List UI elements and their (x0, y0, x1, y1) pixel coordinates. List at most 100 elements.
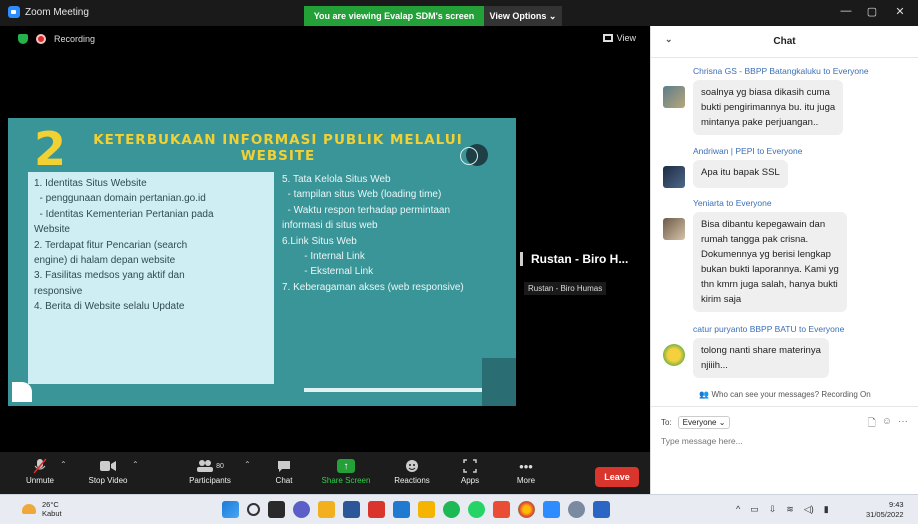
recipient-select[interactable]: Everyone ⌄ (677, 416, 731, 429)
more-dots-icon: ••• (519, 458, 533, 474)
chat-bubble-icon (277, 456, 291, 476)
participants-count: 80 (216, 462, 224, 470)
recording-icon[interactable] (36, 34, 46, 44)
window-title: Zoom Meeting (25, 6, 89, 18)
chat-app-icon[interactable] (293, 501, 310, 518)
slide-left-item: - penggunaan domain pertanian.go.id (34, 193, 206, 205)
close-button[interactable]: ✕ (890, 5, 910, 18)
zoom-screen: Zoom Meeting You are viewing Evalap SDM'… (0, 0, 918, 524)
word-icon[interactable] (343, 501, 360, 518)
slide-left-item: Website (34, 224, 70, 236)
chat-line: Dokumennya yg berisi lengkap (701, 249, 831, 260)
slide-left-box: 1. Identitas Situs Website - penggunaan … (28, 172, 274, 384)
date: 31/05/2022 (866, 510, 904, 519)
usb-icon[interactable]: ⇩ (769, 504, 777, 515)
slide-number: 2 (34, 122, 67, 176)
search-icon[interactable] (247, 503, 260, 516)
chat-sender[interactable]: Andriwan | PEPI to Everyone (693, 146, 909, 156)
chat-bubble: Apa itu bapak SSL (693, 160, 788, 188)
office-icon[interactable] (493, 501, 510, 518)
recipient-row: To: Everyone ⌄ (661, 416, 731, 429)
emoji-icon[interactable]: ☺ (882, 416, 892, 433)
battery-icon[interactable]: ▮ (824, 504, 829, 515)
slide-right-item: 5. Tata Kelola Situs Web (282, 174, 391, 185)
keyboard-icon[interactable]: ▭ (750, 504, 759, 515)
file-icon[interactable]: 🗋 (868, 416, 876, 433)
participants-icon: 80 (196, 456, 224, 476)
slide-right-column: 5. Tata Kelola Situs Web - tampilan situ… (282, 172, 512, 295)
slide-left-item: 3. Fasilitas medsos yang aktif dan (34, 270, 185, 282)
grid-icon (602, 34, 613, 42)
chat-collapse-chevron-icon[interactable]: ⌄ (665, 34, 673, 45)
share-screen-button[interactable]: ↑ Share Screen (316, 456, 376, 485)
weather-temp: 26°C (42, 500, 59, 509)
chat-sender[interactable]: Chrisna GS - BBPP Batangkaluku to Everyo… (693, 66, 909, 76)
avatar (663, 218, 685, 240)
chat-bubble: tolong nanti share materinya njiiih... (693, 338, 829, 378)
leave-button[interactable]: Leave (595, 467, 639, 487)
spotify-icon[interactable] (443, 501, 460, 518)
chat-button[interactable]: Chat (254, 456, 314, 485)
view-button[interactable]: View (602, 33, 636, 43)
weather-widget[interactable]: 26°C Kabut (22, 500, 62, 518)
chat-sender[interactable]: Yeniarta to Everyone (693, 198, 909, 208)
reactions-icon (405, 456, 419, 476)
zoom-icon[interactable] (543, 501, 560, 518)
slide-title: KETERBUKAAN INFORMASI PUBLIK MELALUI WEB… (93, 132, 463, 164)
chat-panel: ⌄ Chat Chrisna GS - BBPP Batangkaluku to… (650, 26, 918, 494)
tray-chevron-icon[interactable]: ^ (736, 504, 740, 515)
view-options-button[interactable]: View Options ⌄ (484, 6, 562, 26)
participants-chevron-icon[interactable]: ⌃ (244, 460, 251, 469)
apps-button[interactable]: Apps (440, 456, 500, 485)
minimize-button[interactable]: — (836, 5, 856, 17)
windows-taskbar: 26°C Kabut ^ ▭ ⇩ ≋ ◁) ▮ 9:43 31/05/2022 (0, 494, 918, 524)
task-view-icon[interactable] (268, 501, 285, 518)
weather-icon (22, 504, 36, 514)
share-screen-icon: ↑ (337, 456, 355, 476)
divider (651, 406, 918, 407)
chat-sender[interactable]: catur puryanto BBPP BATU to Everyone (693, 324, 909, 334)
more-options-icon[interactable]: ··· (898, 416, 908, 433)
chat-line: njiiih... (701, 360, 728, 371)
privacy-note[interactable]: 👥 Who can see your messages? Recording O… (651, 390, 918, 399)
participants-button[interactable]: 80 Participants (180, 456, 240, 485)
todo-icon[interactable] (393, 501, 410, 518)
speaker-tag: Rustan - Biro Humas (524, 282, 607, 295)
meeting-status: Recording (18, 34, 95, 44)
stop-video-button[interactable]: Stop Video (78, 456, 138, 485)
slide-right-item: informasi di situs web (282, 220, 378, 232)
chat-line: tolong nanti share materinya (701, 345, 821, 356)
start-icon[interactable] (222, 501, 239, 518)
slide-right-item: 7. Keberagaman akses (web responsive) (282, 281, 464, 293)
powerpoint-icon[interactable] (368, 501, 385, 518)
participants-label: Participants (189, 476, 231, 485)
decor-ring (460, 147, 478, 165)
title-bar: Zoom Meeting You are viewing Evalap SDM'… (0, 0, 918, 26)
chrome-icon[interactable] (518, 501, 535, 518)
chat-line: rumah tangga pak crisna. (701, 234, 809, 245)
shield-icon[interactable] (18, 34, 28, 44)
wifi-icon[interactable]: ≋ (786, 504, 794, 515)
chat-bubble: Bisa dibantu kepegawain dan rumah tangga… (693, 212, 847, 312)
clock[interactable]: 9:43 31/05/2022 (866, 500, 904, 520)
slide-left-item: responsive (34, 285, 83, 297)
settings-icon[interactable] (568, 501, 585, 518)
decor-bar (304, 388, 488, 392)
to-label: To: (661, 418, 672, 427)
folder-icon[interactable] (418, 501, 435, 518)
apps-label: Apps (460, 476, 480, 485)
audio-options-chevron-icon[interactable]: ⌃ (60, 460, 67, 469)
chat-header: ⌄ Chat (651, 26, 918, 58)
app-icon[interactable] (593, 501, 610, 518)
restore-button[interactable]: ▢ (862, 5, 882, 18)
volume-icon[interactable]: ◁) (804, 504, 814, 515)
reactions-label: Reactions (394, 476, 430, 485)
whatsapp-icon[interactable] (468, 501, 485, 518)
chat-message-input[interactable] (661, 436, 909, 446)
more-button[interactable]: ••• More (496, 456, 556, 486)
video-options-chevron-icon[interactable]: ⌃ (132, 460, 139, 469)
reactions-button[interactable]: Reactions (382, 456, 442, 485)
file-explorer-icon[interactable] (318, 501, 335, 518)
stop-video-label: Stop Video (88, 476, 128, 485)
system-tray: ^ ▭ ⇩ ≋ ◁) ▮ (736, 504, 829, 515)
